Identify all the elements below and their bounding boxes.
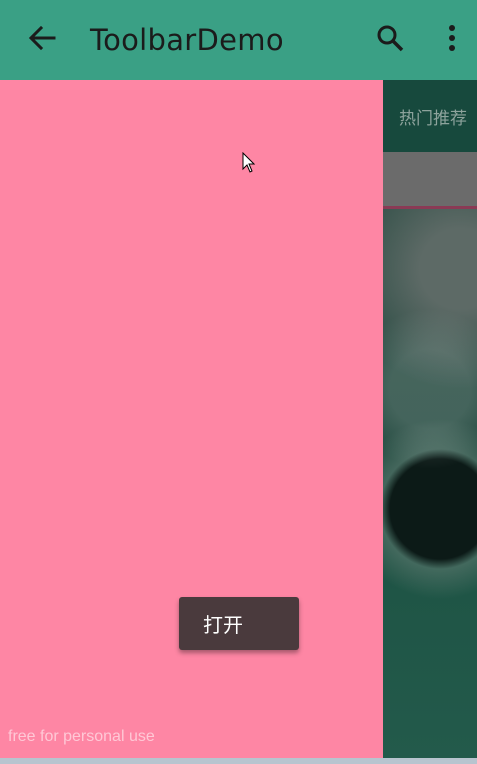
open-button[interactable]: 打开 bbox=[179, 597, 299, 650]
search-icon bbox=[375, 23, 405, 57]
watermark-text: free for personal use bbox=[8, 728, 155, 745]
arrow-back-icon bbox=[26, 22, 58, 58]
overflow-menu-button[interactable] bbox=[432, 18, 472, 62]
toolbar-title: ToolbarDemo bbox=[90, 23, 284, 57]
bottom-strip bbox=[0, 758, 477, 764]
more-vert-icon bbox=[447, 23, 457, 57]
mouse-cursor-icon bbox=[242, 151, 256, 178]
search-button[interactable] bbox=[368, 18, 412, 62]
app-toolbar: ToolbarDemo bbox=[0, 0, 477, 80]
tab-hot-recommend[interactable]: 热门推荐 bbox=[399, 104, 467, 129]
back-button[interactable] bbox=[20, 18, 64, 62]
navigation-drawer: 打开 free for personal use bbox=[0, 80, 383, 758]
